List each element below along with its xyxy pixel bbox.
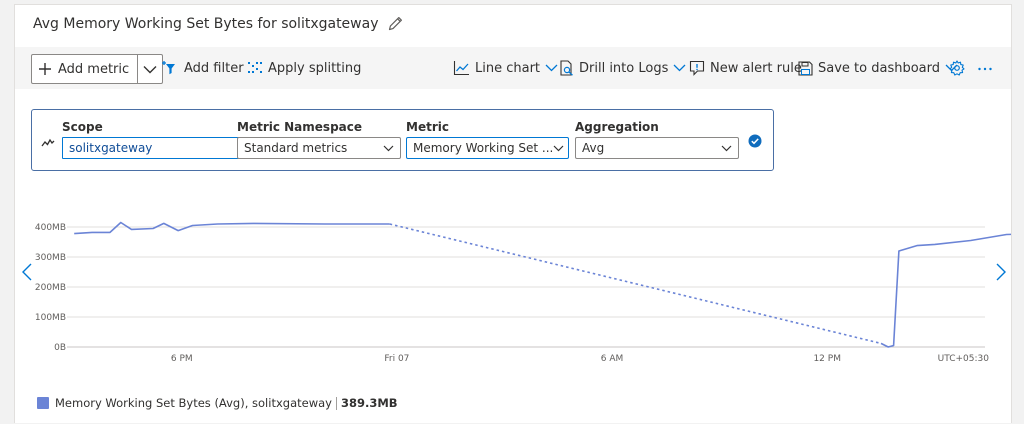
y-tick-label: 0B xyxy=(54,343,66,353)
x-tick-label: 12 PM xyxy=(813,354,841,364)
y-tick-label: 100MB xyxy=(35,313,66,323)
grid-and-y-ticks: 400MB 300MB 200MB 100MB 0B xyxy=(35,223,985,353)
x-axis: 6 PM Fri 07 6 AM 12 PM UTC+05:30 xyxy=(171,354,989,364)
legend-series-value: 389.3MB xyxy=(340,396,398,410)
x-tick-label: Fri 07 xyxy=(384,354,409,364)
series-line-segment xyxy=(74,221,390,235)
line-chart: 400MB 300MB 200MB 100MB 0B 6 PM Fri 07 6… xyxy=(35,221,1011,364)
y-tick-label: 300MB xyxy=(35,253,66,263)
y-tick-label: 400MB xyxy=(35,223,66,233)
series-line-dotted-gap xyxy=(389,223,882,345)
x-tick-label: 6 AM xyxy=(601,354,624,364)
legend-separator xyxy=(335,396,337,410)
legend-series-label: Memory Working Set Bytes (Avg), solitxga… xyxy=(55,396,332,410)
series-lines xyxy=(74,221,1011,348)
y-tick-label: 200MB xyxy=(35,283,66,293)
metrics-chart-card: Avg Memory Working Set Bytes for solitxg… xyxy=(14,4,1012,423)
series-line-segment xyxy=(880,233,1011,348)
timezone-label: UTC+05:30 xyxy=(938,354,990,364)
legend-color-swatch xyxy=(37,397,49,409)
x-tick-label: 6 PM xyxy=(171,354,193,364)
chart-legend[interactable]: Memory Working Set Bytes (Avg), solitxga… xyxy=(37,396,398,410)
